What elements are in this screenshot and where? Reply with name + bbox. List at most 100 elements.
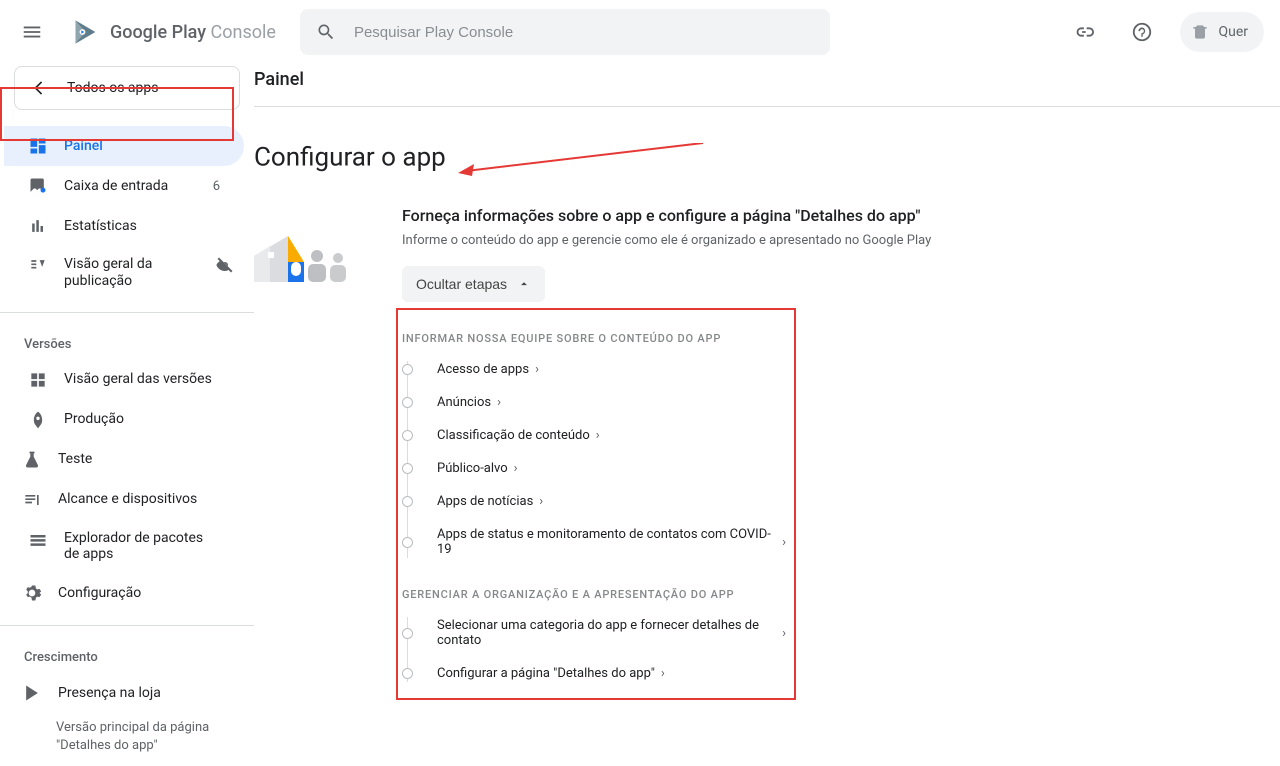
task-target-audience[interactable]: Público-alvo › — [402, 452, 786, 485]
sidebar-section-versions: Versões Visão geral das versões Produção… — [0, 312, 254, 618]
sidebar-item-label: Painel — [64, 138, 220, 155]
setup-illustration — [254, 206, 362, 286]
task-label: Apps de notícias — [437, 494, 533, 509]
play-console-logo-icon — [72, 18, 100, 46]
sidebar-item-publishing-overview[interactable]: Visão geral da publicação — [4, 246, 244, 300]
stats-icon — [28, 216, 48, 236]
link-button[interactable] — [1064, 12, 1104, 52]
hide-steps-button[interactable]: Ocultar etapas — [402, 266, 545, 302]
search-input[interactable] — [352, 23, 814, 42]
account-label: Quer — [1218, 24, 1248, 40]
sidebar-item-production[interactable]: Produção — [4, 400, 244, 440]
task-status-dot — [402, 496, 413, 507]
sidebar-item-release-overview[interactable]: Visão geral das versões — [4, 360, 244, 400]
sidebar-item-label: Teste — [58, 451, 220, 468]
sidebar-section-growth: Crescimento ▾ Presença na loja Versão pr… — [0, 625, 254, 765]
sidebar-item-painel[interactable]: Painel — [4, 126, 244, 166]
logo: Google Play Console — [72, 18, 276, 46]
task-label: Classificação de conteúdo — [437, 428, 590, 443]
task-status-dot — [402, 364, 413, 375]
divider — [254, 106, 1280, 107]
arrow-left-icon — [31, 78, 51, 98]
sidebar-item-label: Configuração — [58, 585, 220, 602]
task-ads[interactable]: Anúncios › — [402, 386, 786, 419]
sidebar-item-label: Presença na loja — [58, 685, 220, 702]
task-category-contact[interactable]: Selecionar uma categoria do app e fornec… — [402, 609, 786, 657]
task-covid-apps[interactable]: Apps de status e monitoramento de contat… — [402, 518, 786, 566]
task-status-dot — [402, 430, 413, 441]
task-status-dot — [402, 668, 413, 679]
chevron-right-icon: › — [514, 461, 518, 476]
help-button[interactable] — [1122, 12, 1162, 52]
sidebar-item-label: Explorador de pacotes de apps — [64, 530, 220, 564]
inbox-icon — [28, 176, 48, 196]
hide-steps-label: Ocultar etapas — [416, 276, 507, 292]
chevron-right-icon: › — [661, 666, 665, 681]
hamburger-icon — [21, 21, 43, 43]
task-list-presentation: Selecionar uma categoria do app e fornec… — [402, 609, 786, 690]
devices-icon — [22, 490, 42, 510]
inbox-count-badge: 6 — [213, 179, 220, 194]
bundle-explorer-icon — [28, 530, 48, 550]
android-icon — [1190, 22, 1210, 42]
sidebar-item-label: Produção — [64, 411, 220, 428]
hamburger-menu[interactable] — [8, 8, 56, 56]
task-label: Anúncios — [437, 395, 491, 410]
task-group-heading: GERENCIAR A ORGANIZAÇÃO E A APRESENTAÇÃO… — [402, 588, 786, 601]
account-chip[interactable]: Quer — [1180, 12, 1264, 52]
search-icon — [316, 22, 336, 42]
chevron-right-icon: › — [782, 535, 786, 550]
task-list-content: Acesso de apps › Anúncios › Classificação … — [402, 353, 786, 566]
sidebar-subitem-main-listing[interactable]: Versão principal da página "Detalhes do … — [0, 713, 254, 761]
play-icon — [22, 683, 42, 703]
task-label: Apps de status e monitoramento de contat… — [437, 527, 776, 557]
grid-icon — [28, 370, 48, 390]
sidebar-item-label: Visão geral da publicação — [64, 256, 220, 290]
search-box[interactable] — [300, 9, 830, 55]
task-label: Selecionar uma categoria do app e fornec… — [437, 618, 776, 648]
help-icon — [1131, 21, 1153, 43]
chevron-right-icon: › — [782, 626, 786, 641]
chevron-right-icon: › — [539, 494, 543, 509]
task-group-heading: INFORMAR NOSSA EQUIPE SOBRE O CONTEÚDO D… — [402, 332, 786, 345]
sidebar-item-store-presence[interactable]: Presença na loja — [0, 673, 244, 713]
annotation-arrow — [458, 135, 708, 182]
breadcrumb: Painel — [254, 64, 1280, 92]
all-apps-label: Todos os apps — [67, 80, 159, 96]
all-apps-button[interactable]: Todos os apps — [14, 66, 240, 110]
chevron-right-icon: › — [596, 428, 600, 443]
chevron-right-icon: › — [535, 362, 539, 377]
task-label: Público-alvo — [437, 461, 508, 476]
sidebar-item-testing[interactable]: Teste — [0, 440, 244, 480]
sidebar-item-bundle-explorer[interactable]: Explorador de pacotes de apps — [4, 520, 244, 574]
task-store-listing[interactable]: Configurar a página "Detalhes do app" › — [402, 657, 786, 690]
task-app-access[interactable]: Acesso de apps › — [402, 353, 786, 386]
sidebar-item-label: Estatísticas — [64, 218, 220, 235]
page-title: Configurar o app — [254, 135, 1280, 182]
sidebar-item-reach[interactable]: Alcance e dispositivos — [0, 480, 244, 520]
task-status-dot — [402, 397, 413, 408]
sidebar-item-inbox[interactable]: Caixa de entrada 6 — [4, 166, 244, 206]
task-label: Configurar a página "Detalhes do app" — [437, 666, 655, 681]
setup-section-subtitle: Informe o conteúdo do app e gerencie com… — [402, 233, 1280, 248]
sidebar-item-configuration[interactable]: Configuração — [0, 573, 244, 613]
sidebar-item-label: Alcance e dispositivos — [58, 491, 220, 508]
link-icon — [1073, 21, 1095, 43]
sidebar: Todos os apps Painel Caixa de entrada 6 … — [0, 64, 254, 766]
publish-overview-icon — [28, 256, 48, 276]
sidebar-section-app: Painel Caixa de entrada 6 Estatísticas V… — [0, 122, 254, 304]
task-news-apps[interactable]: Apps de notícias › — [402, 485, 786, 518]
sidebar-item-stats[interactable]: Estatísticas — [4, 206, 244, 246]
gear-icon — [22, 583, 42, 603]
flask-icon — [22, 450, 42, 470]
rocket-icon — [28, 410, 48, 430]
sidebar-item-label: Visão geral das versões — [64, 371, 220, 388]
sidebar-heading-growth: Crescimento — [0, 640, 254, 673]
task-status-dot — [402, 463, 413, 474]
sidebar-item-label: Caixa de entrada — [64, 178, 197, 195]
task-label: Acesso de apps — [437, 362, 529, 377]
task-status-dot — [402, 628, 413, 639]
visibility-off-icon — [216, 256, 234, 278]
task-content-rating[interactable]: Classificação de conteúdo › — [402, 419, 786, 452]
chevron-right-icon: › — [497, 395, 501, 410]
